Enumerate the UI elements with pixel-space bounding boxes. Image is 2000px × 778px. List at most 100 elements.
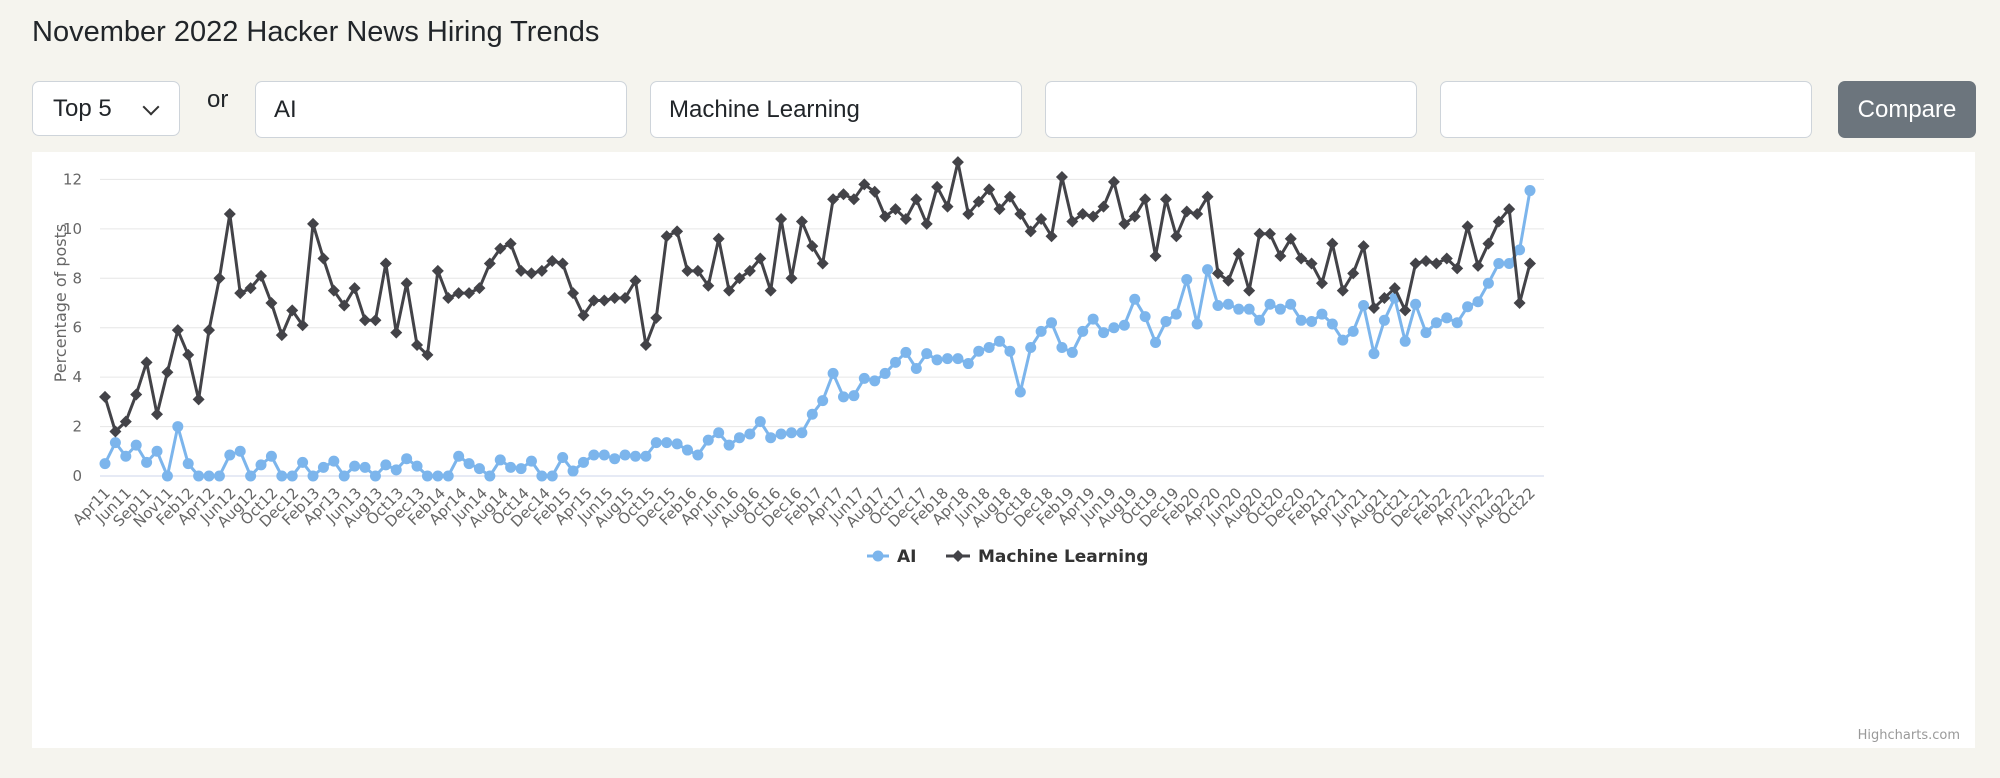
data-point: [1306, 316, 1318, 328]
data-point: [1451, 317, 1463, 329]
data-point: [1170, 230, 1183, 243]
top-n-select[interactable]: Top 5: [32, 81, 180, 136]
credits-link[interactable]: Highcharts.com: [1858, 728, 1960, 743]
data-point: [598, 294, 611, 307]
data-point: [890, 356, 902, 368]
data-point: [931, 180, 944, 193]
data-point: [567, 287, 580, 300]
data-point: [1232, 247, 1245, 260]
data-point: [297, 456, 309, 468]
data-point: [879, 367, 891, 379]
data-point: [141, 456, 153, 468]
legend-item-ai[interactable]: AI: [867, 547, 916, 567]
data-point: [1316, 308, 1328, 320]
data-point: [1472, 296, 1484, 308]
data-point: [473, 282, 486, 295]
legend-item-machine-learning[interactable]: Machine Learning: [946, 547, 1148, 567]
data-point: [1191, 318, 1203, 330]
data-point: [140, 356, 153, 369]
data-point: [1254, 314, 1266, 326]
data-point: [213, 272, 226, 285]
data-point: [504, 237, 517, 250]
data-point: [421, 470, 433, 482]
data-point: [525, 267, 538, 280]
data-point: [1295, 252, 1308, 265]
data-point: [515, 264, 528, 277]
y-tick-label: 2: [72, 418, 82, 436]
data-point: [1181, 274, 1193, 286]
data-point: [224, 449, 236, 461]
data-point: [494, 454, 506, 466]
data-point: [837, 188, 850, 201]
data-point: [203, 470, 215, 482]
data-point: [650, 437, 662, 449]
data-point: [744, 428, 756, 440]
term-input-4[interactable]: [1440, 81, 1812, 138]
data-point: [182, 458, 194, 470]
data-point: [1305, 257, 1318, 270]
data-point: [328, 455, 340, 467]
data-point: [452, 287, 465, 300]
data-point: [1066, 346, 1078, 358]
data-point: [629, 450, 641, 462]
data-point: [525, 455, 537, 467]
data-point: [390, 464, 402, 476]
chevron-down-icon: [142, 98, 160, 116]
data-point: [785, 427, 797, 439]
data-point: [369, 314, 382, 327]
data-point: [640, 450, 652, 462]
data-point: [671, 438, 683, 450]
data-point: [349, 460, 361, 472]
data-point: [151, 408, 164, 421]
data-point: [203, 324, 216, 337]
data-point: [1107, 175, 1120, 188]
data-point: [223, 208, 236, 221]
series-line: [103, 160, 1532, 434]
data-point: [723, 439, 735, 451]
legend-label: AI: [897, 547, 916, 567]
data-point: [265, 450, 277, 462]
data-point: [900, 346, 912, 358]
data-point: [712, 232, 725, 245]
data-point: [1160, 316, 1172, 328]
legend-label: Machine Learning: [978, 547, 1148, 567]
data-point: [1108, 322, 1120, 334]
data-point: [442, 470, 454, 482]
data-point: [764, 284, 777, 297]
data-point: [265, 297, 278, 309]
data-point: [401, 453, 413, 465]
data-point: [609, 453, 621, 465]
data-point: [681, 444, 693, 456]
data-point: [1285, 298, 1297, 310]
data-point: [161, 470, 173, 482]
y-tick-label: 6: [72, 319, 82, 337]
data-point: [681, 264, 694, 277]
top-n-select-value: Top 5: [53, 94, 112, 122]
data-point: [921, 348, 933, 360]
data-point: [171, 324, 184, 337]
term-input-2[interactable]: [650, 81, 1022, 138]
data-point: [598, 449, 610, 461]
data-point: [827, 367, 839, 379]
data-point: [983, 341, 995, 353]
term-input-3[interactable]: [1045, 81, 1417, 138]
data-point: [546, 470, 558, 482]
data-point: [910, 193, 923, 206]
chart-container: 02468101214Percentage of postsApr11Jun11…: [32, 121, 1975, 748]
data-point: [1514, 244, 1526, 256]
data-point: [671, 225, 684, 238]
data-point: [234, 287, 247, 300]
y-tick-label: 0: [72, 467, 82, 485]
data-point: [765, 432, 777, 444]
term-input-1[interactable]: [255, 81, 627, 138]
data-point: [1524, 257, 1536, 270]
compare-button[interactable]: Compare: [1838, 81, 1976, 138]
data-point: [931, 354, 943, 366]
data-point: [994, 335, 1006, 347]
data-point: [99, 458, 111, 470]
data-point: [1378, 314, 1390, 326]
or-label: or: [207, 86, 229, 113]
data-point: [1471, 259, 1484, 272]
data-point: [973, 345, 985, 357]
data-point: [1368, 348, 1380, 360]
